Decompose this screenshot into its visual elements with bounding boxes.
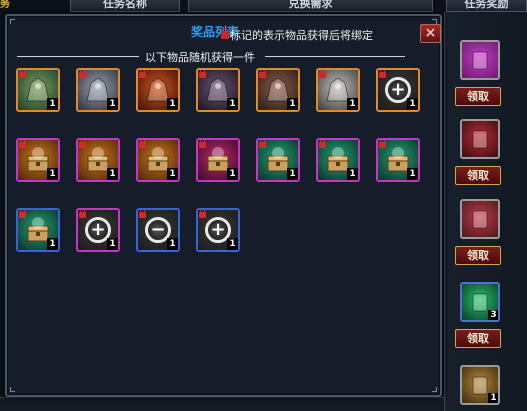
silver-fox-mount[interactable]: 1 [316, 68, 360, 112]
dark-knight-mount[interactable]: 1 [256, 68, 300, 112]
reward-count: 1 [488, 393, 498, 403]
gift-bag[interactable] [460, 40, 500, 80]
card-icon-svg [472, 210, 488, 229]
item-count: 1 [407, 168, 418, 180]
fire-phoenix-mount[interactable]: 1 [136, 68, 180, 112]
background-bottom-bar [0, 397, 444, 411]
bound-lock-icon [139, 70, 146, 78]
claim-button[interactable]: 领取 [455, 166, 501, 185]
dark-wolf-mount[interactable]: 1 [196, 68, 240, 112]
prize-list-dialog: 奖品列表 标记的表示物品获得后将绑定 × 以下物品随机获得一件 1 1 1 1 1 1 +1… [5, 14, 442, 397]
tab-task-reward[interactable]: 任务奖励 [446, 0, 527, 12]
green-treasure-chest-4[interactable]: 1 [16, 208, 60, 252]
game-window: 务 任务名称 兑换需求 任务奖励 领取 领取 领取 3 领取 1 奖品列表 标记的表示物品… [0, 0, 527, 411]
bound-lock-icon [259, 70, 266, 78]
bind-note: 标记的表示物品获得后将绑定 [221, 27, 373, 43]
claim-button[interactable]: 领取 [455, 246, 501, 265]
bound-lock-icon [199, 70, 206, 78]
green-treasure-chest-1[interactable]: 1 [256, 138, 300, 182]
frame-corner [432, 387, 437, 392]
bound-lock-icon [259, 140, 266, 148]
item-count: 1 [107, 98, 118, 110]
magnifier-plus-2[interactable]: +1 [76, 208, 120, 252]
reward-count: 3 [488, 310, 498, 320]
bound-lock-icon [379, 70, 386, 78]
bound-lock-icon [319, 70, 326, 78]
item-count: 1 [287, 98, 298, 110]
item-count: 1 [167, 98, 178, 110]
vip-card[interactable] [460, 119, 500, 159]
item-count: 1 [47, 238, 58, 250]
item-count: 1 [287, 168, 298, 180]
lock-icon [221, 28, 229, 39]
item-count: 1 [227, 238, 238, 250]
item-count: 1 [47, 168, 58, 180]
claim-button[interactable]: 领取 [455, 329, 501, 348]
magnifier-minus[interactable]: −1 [136, 208, 180, 252]
bind-note-text: 标记的表示物品获得后将绑定 [230, 29, 373, 42]
green-dragon-mount[interactable]: 1 [16, 68, 60, 112]
item-count: 1 [227, 98, 238, 110]
close-button[interactable]: × [420, 24, 441, 43]
white-beast-mount[interactable]: 1 [76, 68, 120, 112]
claim-button[interactable]: 领取 [455, 87, 501, 106]
bound-lock-icon [139, 210, 146, 218]
bound-lock-icon [319, 140, 326, 148]
frame-corner [10, 387, 15, 392]
equipment-card[interactable] [460, 199, 500, 239]
card-icon [462, 121, 498, 157]
item-count: 1 [47, 98, 58, 110]
item-count: 1 [347, 168, 358, 180]
bound-lock-icon [19, 210, 26, 218]
bound-lock-icon [379, 140, 386, 148]
dialog-header: 奖品列表 标记的表示物品获得后将绑定 [7, 16, 440, 42]
bound-lock-icon [79, 140, 86, 148]
bound-lock-icon [199, 140, 206, 148]
bound-lock-icon [79, 210, 86, 218]
item-count: 1 [107, 238, 118, 250]
bound-lock-icon [19, 140, 26, 148]
green-treasure-chest-2[interactable]: 1 [316, 138, 360, 182]
bound-lock-icon [79, 70, 86, 78]
tab-exchange-requirement[interactable]: 兑换需求 [188, 0, 433, 12]
bag-icon [462, 42, 498, 78]
bag-icon-svg [472, 51, 488, 70]
orange-treasure-chest-1[interactable]: 1 [16, 138, 60, 182]
divider-line [265, 56, 405, 57]
orange-treasure-chest-3[interactable]: 1 [136, 138, 180, 182]
item-count: 1 [107, 168, 118, 180]
magnifier-plus-3[interactable]: +1 [196, 208, 240, 252]
card-icon [462, 201, 498, 237]
background-left-label: 务 [0, 0, 10, 10]
magnifier-plus-1[interactable]: +1 [376, 68, 420, 112]
item-count: 1 [167, 238, 178, 250]
green-potion[interactable]: 3 [460, 282, 500, 322]
green-treasure-chest-3[interactable]: 1 [376, 138, 420, 182]
bound-lock-icon [199, 210, 206, 218]
card-icon-svg [472, 130, 488, 149]
orange-treasure-chest-2[interactable]: 1 [76, 138, 120, 182]
item-count: 1 [227, 168, 238, 180]
golden-book[interactable]: 1 [460, 365, 500, 405]
bound-lock-icon [19, 70, 26, 78]
item-count: 1 [167, 168, 178, 180]
tab-task-name[interactable]: 任务名称 [70, 0, 180, 12]
item-count: 1 [347, 98, 358, 110]
bound-lock-icon [139, 140, 146, 148]
section-title: 以下物品随机获得一件 [145, 51, 255, 64]
divider-line [17, 56, 139, 57]
item-count: 1 [407, 98, 418, 110]
purple-treasure-chest[interactable]: 1 [196, 138, 240, 182]
